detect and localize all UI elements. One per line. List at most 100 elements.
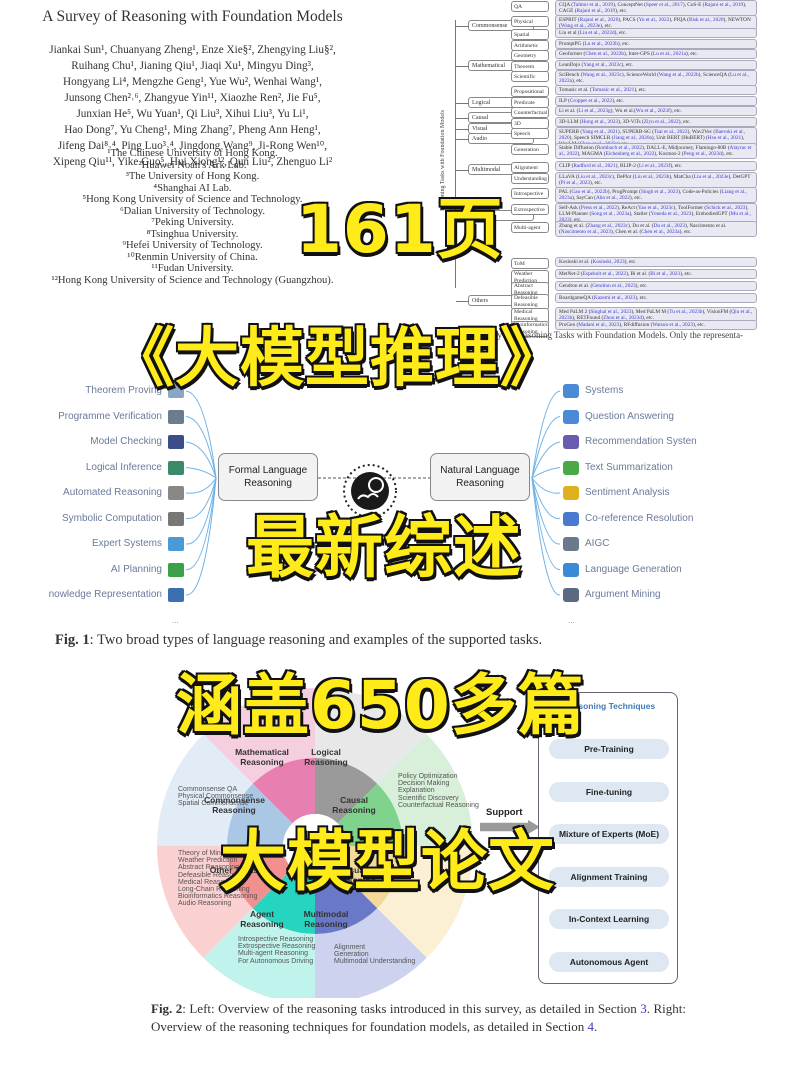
formal-task-label: Model Checking [90,436,162,447]
taxonomy-leaf: LeanDojo (Yang et al., 2023c), etc. [555,59,757,70]
paper-title: A Survey of Reasoning with Foundation Mo… [42,8,343,25]
natural-connector-line [531,477,561,596]
natural-task-icon [563,435,579,449]
multimodal-task-item: Alignment [334,944,366,951]
taxonomy-subcategory: Geometry [511,50,549,62]
natural-task-icon [563,384,579,398]
agent-task-item: Introspective Reasoning [238,936,314,943]
natural-task-label: Question Answering [585,410,674,422]
taxonomy-subcategory: 3D [511,117,549,129]
multimodal-task-item: Generation [334,951,369,959]
natural-task-label: Text Summarization [585,461,673,473]
formal-task-label: Symbolic Computation [61,512,162,524]
taxonomy-leaf: ILP (Cropper et al., 2022), etc. [555,95,757,106]
formal-task-icon [168,435,184,449]
formal-task-icon [168,537,184,551]
natural-task-icon [563,409,579,424]
causal-task-item: Scientific Discovery [398,794,459,802]
formal-connector-line [185,390,217,479]
causal-task-item: Decision Making [398,780,450,788]
natural-task-label: Systems [585,385,624,396]
taxonomy-leaf: ProGen (Madani et al., 2023), RFdiffusio… [555,320,757,330]
formal-task-icon [168,511,184,526]
author-line: Jiankai Sun¹, Chuanyang Zheng¹, Enze Xie… [49,44,336,56]
taxonomy-tree: Reasoning Tasks with Foundation Models C… [438,0,800,345]
agent-task-item: For Autonomous Driving [238,957,314,965]
taxonomy-subcategory: Scientific [511,71,549,83]
taxonomy-leaf: PromptPG (Lu et al., 2022b), etc. [555,38,757,49]
formal-task-icon [168,562,184,577]
technique-pill: Autonomous Agent [549,951,669,972]
figure-1-caption: Fig. 1: Two broad types of language reas… [55,632,542,649]
taxonomy-subcategory: Speech [511,128,549,140]
taxonomy-subcategory: Alignment [511,162,549,174]
figure-2-caption-label: Fig. 2 [151,1001,183,1016]
agent-task-item: Extrospective Reasoning [238,943,316,951]
technique-pill: Fine-tuning [549,781,669,802]
taxonomy-subcategory: Propositional [511,86,549,98]
wheel-segment-label: Logical Reasoning [304,747,348,767]
affiliation-line: ¹The Chinese University of Hong Kong. [107,148,278,159]
natural-task-icon [563,460,579,475]
author-line: Ruihang Chu¹, Jianing Qiu¹, Jiaqi Xu¹, M… [71,60,314,72]
formal-task-label: Automated Reasoning [63,487,162,498]
natural-task-icon [563,511,579,526]
taxonomy-leaf: Tomasic et al. (Tomasic et al., 2021), e… [555,85,757,96]
formal-task-label: nowledge Representation [48,589,162,600]
taxonomy-subcategory: Extrospective [511,204,549,216]
taxonomy-leaf: BoardgameQA (Kazemi et al., 2023), etc. [555,293,757,304]
figure-1-caption-text: : Two broad types of language reasoning … [89,632,543,648]
formal-connector-line [185,477,217,494]
commonsense-task-item: Commonsense QA [178,786,238,793]
taxonomy-subcategory: Predicate [511,96,549,108]
author-line: Junsong Chen²˒⁶, Zhangyue Yin¹¹, Xiaozhe… [64,92,321,104]
taxonomy-leaf: Li et al. (Li et al., 2023g), Wu et al.(… [555,106,757,117]
taxonomy-subcategory: Generation [511,144,549,156]
natural-task-label: Recommendation Systen [585,436,697,447]
affiliation-line: ¹²Hong Kong University of Science and Te… [51,274,334,286]
left-ellipsis: ... [172,616,179,625]
formal-task-icon [168,486,184,500]
other-task-item: Theory of Mind [178,850,225,857]
formal-task-label: Logical Inference [85,461,162,473]
formal-task-label: Expert Systems [91,538,162,549]
natural-task-icon [563,562,579,577]
author-line: Hongyang Li⁴, Mengzhe Geng¹, Yue Wu², We… [63,76,322,88]
commonsense-task-item: Physical Commonsense [178,793,254,801]
taxonomy-leaf: CLIP (Radford et al., 2021), BLIP-2 (Li … [555,161,757,172]
taxonomy-leaf: Geoformer (Chen et al., 2022b), Inter-GP… [555,49,757,60]
taxonomy-subcategory: Arithmetic [511,39,549,51]
formal-task-icon [168,460,184,475]
natural-task-icon [563,486,579,500]
author-line: Junxian He⁵, Wu Yuan¹, Qi Liu³, Xihui Li… [76,108,309,120]
natural-task-icon [563,537,579,551]
taxonomy-subcategory: QA [511,0,549,12]
formal-task-label: Programme Verification [58,410,162,422]
taxonomy-subcategory: Theorem [511,60,549,72]
taxonomy-leaf: Gendron et al. (Gendron et al., 2023), e… [555,281,757,292]
caption-text-3: . [593,1018,598,1034]
technique-pill: Mixture of Experts (MoE) [549,824,669,844]
wheel-segment-label: Mathematical Reasoning [235,747,289,767]
natural-task-label: Sentiment Analysis [585,487,670,498]
formal-task-icon [168,588,184,602]
formal-task-label: AI Planning [110,563,162,575]
taxonomy-leaf: Kosinski et al. (Kosinski, 2023), etc. [555,257,757,268]
technique-pill: In-Context Learning [549,909,669,929]
formal-connector-line [185,467,217,479]
causal-task-item: Explanation [398,787,435,795]
taxonomy-subcategory: ToM [511,258,549,270]
taxonomy-leaf: 3D-LLM (Hong et al., 2023), 3D-ViTs (Ziy… [555,116,757,127]
agent-task-item: Multi-agent Reasoning [238,950,309,958]
caption-text-1: : Left: Overview of the reasoning tasks … [182,1001,641,1016]
affiliation-line: ²Huawei Noah's Ark Lab. [138,159,247,171]
paper-title-block: A Survey of Reasoning with Foundation Mo… [20,8,365,170]
taxonomy-leaf: MetNet-2 (Espeholt et al., 2022), Bi et … [555,268,757,279]
overlay-page-count: 161页 [295,190,505,270]
overlay-llm-papers: 大模型论文 [219,822,556,902]
taxonomy-leaf: Stable Diffusion (Rombach et al., 2022),… [555,143,757,160]
taxonomy-leaf: Zhang et al. (Zhang et al., 2023c), Du e… [555,221,757,238]
multimodal-task-item: Multimodal Understanding [334,958,416,966]
taxonomy-leaf: LLaVA (Liu et al., 2023c), DePlot (Liu e… [555,171,757,188]
overlay-book-title: 《大模型推理》 [109,321,566,398]
